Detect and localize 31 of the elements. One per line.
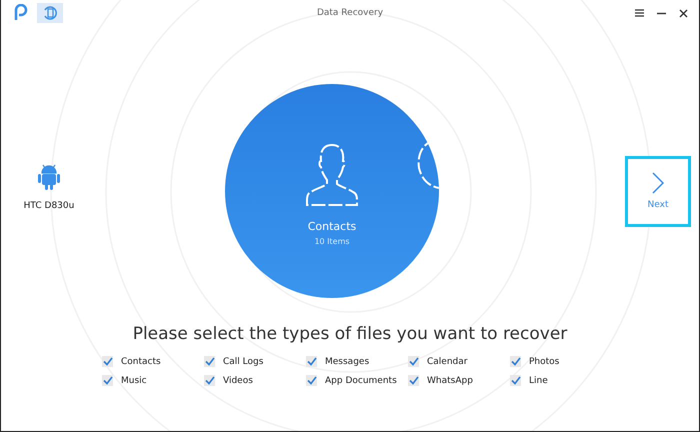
checkbox[interactable] — [408, 375, 419, 386]
checkbox[interactable] — [306, 356, 317, 367]
next-button[interactable]: Next — [625, 156, 691, 226]
checkbox-label: Line — [529, 376, 548, 386]
checkbox[interactable] — [102, 356, 113, 367]
checkbox-label: App Documents — [325, 376, 397, 386]
item-count: 10 Items — [314, 237, 350, 246]
chevron-right-icon — [652, 172, 664, 194]
window-title: Data Recovery — [316, 8, 384, 18]
contact-person-icon — [305, 142, 359, 208]
checkbox[interactable] — [510, 356, 521, 367]
category-carousel[interactable]: Contacts 10 Items — [225, 84, 439, 298]
checkbox[interactable] — [306, 375, 317, 386]
category-label: Contacts — [308, 220, 356, 233]
checkbox[interactable] — [204, 356, 215, 367]
checkbox[interactable] — [102, 375, 113, 386]
checkbox[interactable] — [510, 375, 521, 386]
checkbox-label: Music — [121, 376, 147, 386]
checkbox[interactable] — [408, 356, 419, 367]
checkbox-label: Messages — [325, 356, 370, 366]
checkbox[interactable] — [204, 375, 215, 386]
checkbox-label: Photos — [529, 356, 560, 366]
android-icon — [37, 163, 61, 191]
instruction-heading: Please select the types of files you want to recover — [132, 324, 568, 344]
checkbox-label: Call Logs — [223, 356, 264, 366]
checkbox-label: WhatsApp — [427, 376, 473, 386]
restore-icon[interactable] — [37, 3, 63, 23]
checkbox-label: Calendar — [427, 356, 468, 366]
checkbox-label: Contacts — [121, 356, 161, 366]
device-name: HTC D830u — [24, 201, 74, 211]
checkbox-label: Videos — [223, 376, 253, 386]
